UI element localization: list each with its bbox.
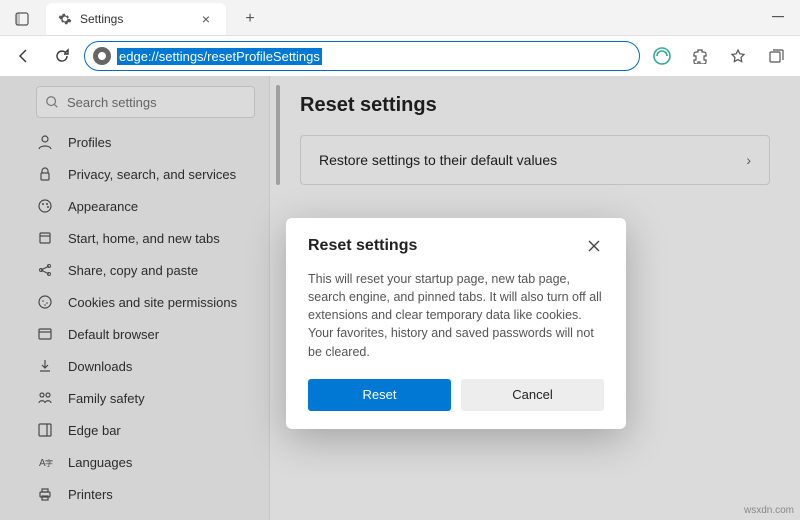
minimize-button[interactable] xyxy=(756,0,800,35)
watermark: wsxdn.com xyxy=(744,505,794,516)
cancel-button[interactable]: Cancel xyxy=(461,379,604,411)
dialog-body: This will reset your startup page, new t… xyxy=(308,270,604,361)
favorites-icon[interactable] xyxy=(722,40,754,72)
browser-tab[interactable]: Settings × xyxy=(46,3,226,35)
gear-icon xyxy=(58,12,72,26)
new-tab-button[interactable]: + xyxy=(236,5,264,33)
dialog-title: Reset settings xyxy=(308,237,417,255)
tab-strip: Settings × + xyxy=(0,0,272,35)
dialog-close-button[interactable] xyxy=(584,236,604,256)
back-button[interactable] xyxy=(8,40,40,72)
tab-title: Settings xyxy=(80,12,190,26)
extensions-icon[interactable] xyxy=(684,40,716,72)
site-identity-icon xyxy=(93,47,111,65)
url-text: edge://settings/resetProfileSettings xyxy=(117,48,322,65)
refresh-button[interactable] xyxy=(46,40,78,72)
reset-button[interactable]: Reset xyxy=(308,379,451,411)
address-bar[interactable]: edge://settings/resetProfileSettings xyxy=(84,41,640,71)
collections-icon[interactable] xyxy=(760,40,792,72)
titlebar: Settings × + xyxy=(0,0,800,36)
toolbar: edge://settings/resetProfileSettings xyxy=(0,36,800,76)
tab-actions-icon[interactable] xyxy=(8,5,36,33)
profile-icon[interactable] xyxy=(646,40,678,72)
reset-settings-dialog: Reset settings This will reset your star… xyxy=(286,218,626,429)
close-tab-icon[interactable]: × xyxy=(198,11,214,27)
